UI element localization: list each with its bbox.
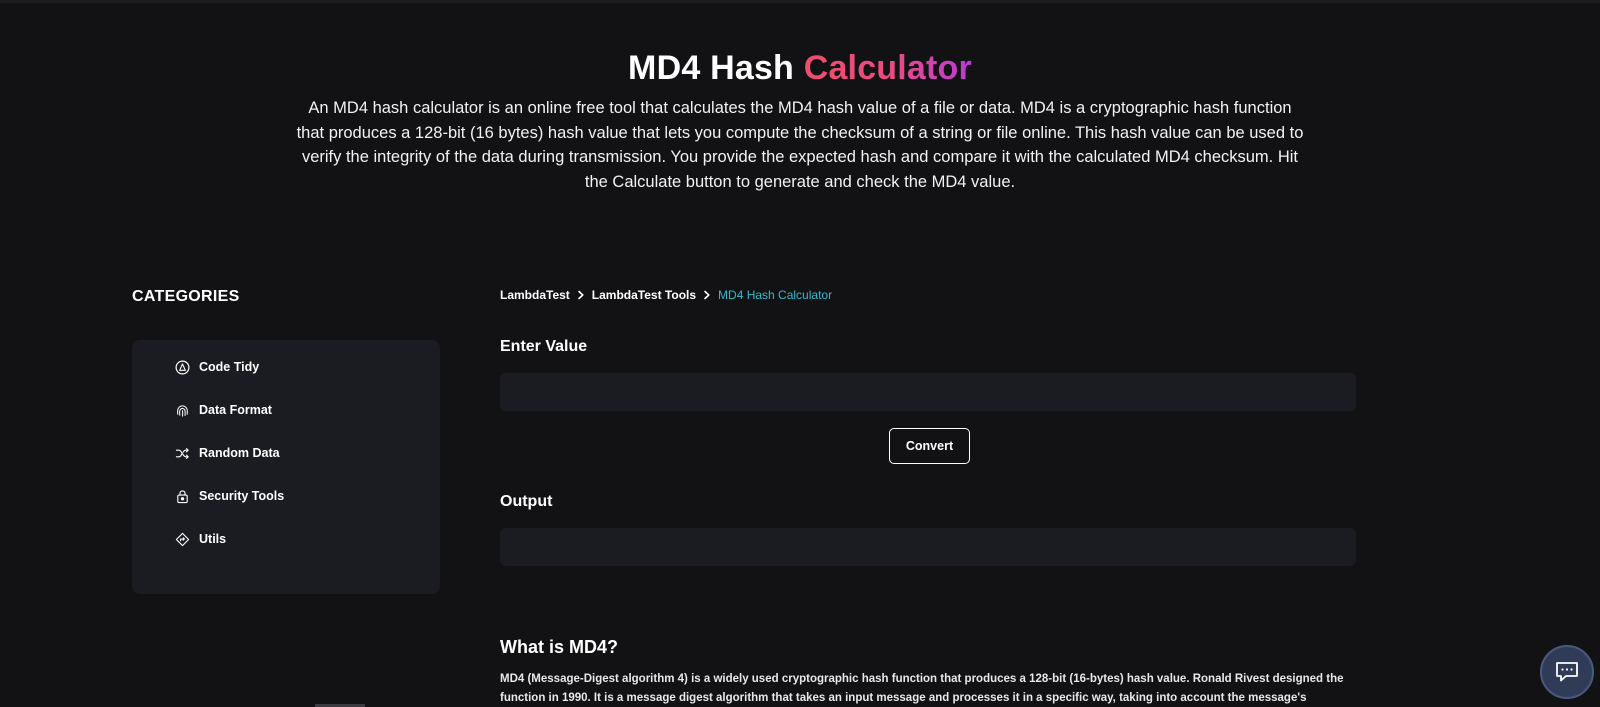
lock-icon	[174, 488, 190, 504]
hero-section: MD4 Hash Calculator An MD4 hash calculat…	[0, 48, 1600, 194]
output-field[interactable]	[500, 528, 1356, 566]
breadcrumb-link-tools[interactable]: LambdaTest Tools	[592, 288, 696, 302]
category-utils[interactable]: Utils	[174, 529, 226, 549]
top-strip	[0, 0, 1600, 3]
category-label: Code Tidy	[199, 360, 260, 374]
chevron-right-icon	[703, 290, 711, 300]
breadcrumb: LambdaTest LambdaTest Tools MD4 Hash Cal…	[500, 288, 832, 302]
code-tidy-icon	[174, 359, 190, 375]
category-label: Security Tools	[199, 489, 285, 503]
article-text: MD4 (Message-Digest algorithm 4) is a wi…	[500, 673, 1344, 704]
value-input[interactable]	[500, 373, 1356, 411]
page-title-main: MD4 Hash	[628, 49, 795, 87]
category-code-tidy[interactable]: Code Tidy	[174, 357, 259, 377]
categories-panel: Code Tidy Data Format Random Data Securi…	[132, 340, 440, 594]
output-label: Output	[500, 493, 553, 510]
page-title: MD4 Hash Calculator	[0, 48, 1600, 88]
category-data-format[interactable]: Data Format	[174, 400, 272, 420]
chevron-right-icon	[577, 290, 585, 300]
chat-bubble-icon	[1554, 660, 1580, 684]
page-title-accent: Calculator	[803, 49, 972, 87]
utils-diamond-icon	[174, 531, 190, 547]
input-label: Enter Value	[500, 338, 588, 355]
breadcrumb-link-lambdatest[interactable]: LambdaTest	[500, 288, 570, 302]
chat-button[interactable]	[1540, 645, 1594, 699]
categories-heading: CATEGORIES	[132, 288, 240, 305]
category-label: Utils	[199, 532, 227, 546]
category-security-tools[interactable]: Security Tools	[174, 486, 284, 506]
breadcrumb-current: MD4 Hash Calculator	[718, 288, 833, 302]
article-heading: What is MD4?	[500, 637, 619, 657]
fingerprint-icon	[174, 402, 190, 418]
category-label: Random Data	[199, 446, 280, 460]
page-description: An MD4 hash calculator is an online free…	[296, 99, 1304, 191]
shuffle-icon	[174, 445, 190, 461]
convert-button[interactable]: Convert	[889, 428, 970, 464]
category-label: Data Format	[199, 403, 272, 417]
category-random-data[interactable]: Random Data	[174, 443, 280, 463]
